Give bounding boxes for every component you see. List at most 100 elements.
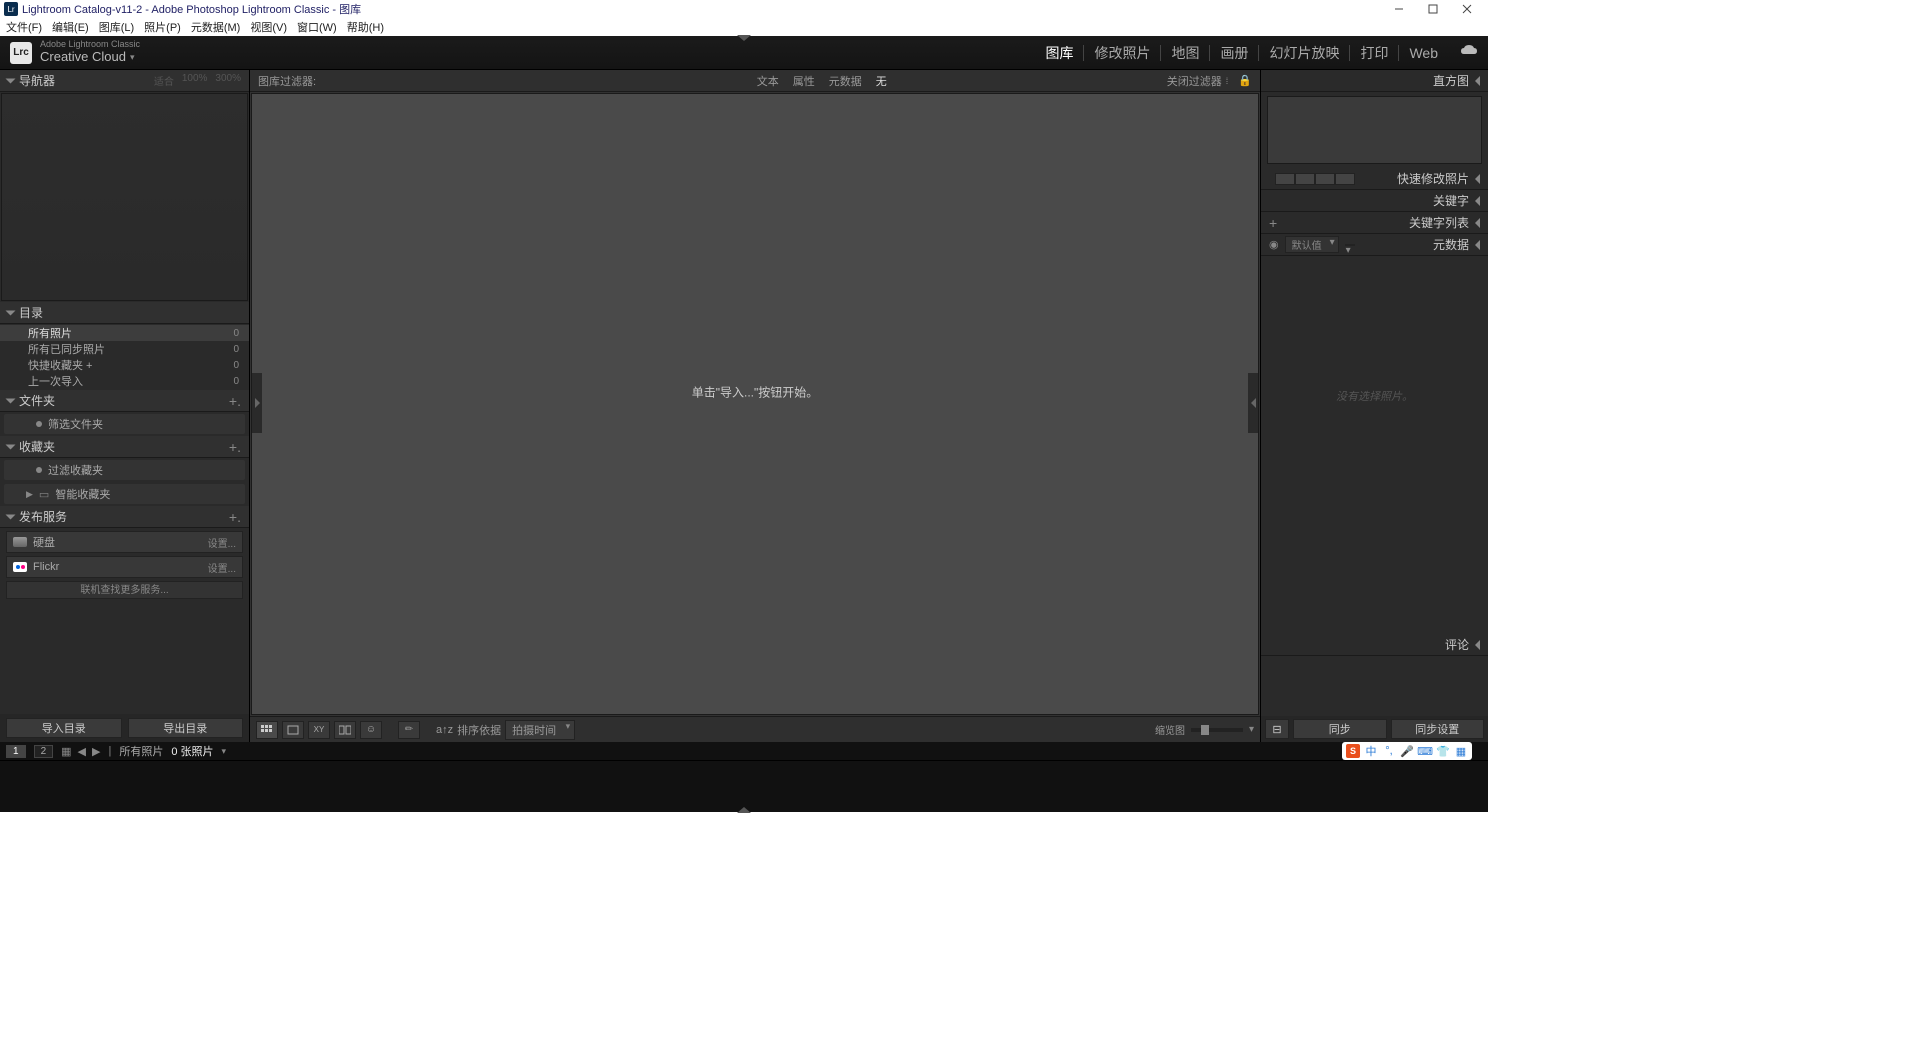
menu-view[interactable]: 视图(V) xyxy=(250,19,287,35)
menu-library[interactable]: 图库(L) xyxy=(99,19,134,35)
filter-none[interactable]: 无 xyxy=(876,73,887,89)
view-compare-icon[interactable]: XY xyxy=(308,721,330,739)
keyword-list-header[interactable]: +关键字列表 xyxy=(1261,212,1488,234)
nav-forward-icon[interactable]: ▶ xyxy=(92,745,100,758)
import-button[interactable]: 导入目录 xyxy=(6,718,122,738)
catalog-item-synced[interactable]: 所有已同步照片0 xyxy=(0,341,249,357)
keyword-add-icon[interactable]: + xyxy=(1269,215,1277,231)
grid-icon[interactable]: ▦ xyxy=(61,745,71,758)
metadata-no-selection: 没有选择照片。 xyxy=(1261,388,1488,404)
folders-filter-input[interactable]: 筛选文件夹 xyxy=(4,414,245,434)
sync-button[interactable]: 同步 xyxy=(1293,719,1387,739)
catalog-header[interactable]: 目录 xyxy=(0,302,249,324)
collections-add-icon[interactable]: +. xyxy=(229,439,241,455)
publish-service-flickr[interactable]: Flickr 设置... xyxy=(6,556,243,578)
window-titlebar: Lr Lightroom Catalog-v11-2 - Adobe Photo… xyxy=(0,0,1488,18)
comments-header[interactable]: 评论 xyxy=(1261,634,1488,656)
painter-icon[interactable]: ✏ xyxy=(398,721,420,739)
filter-lock-icon[interactable]: 🔒 xyxy=(1238,74,1252,87)
sync-toggle-icon[interactable]: ⊟ xyxy=(1265,719,1289,739)
ime-keyboard-icon[interactable]: ⌨ xyxy=(1418,744,1432,758)
ime-skin-icon[interactable]: 👕 xyxy=(1436,744,1450,758)
brand-line2[interactable]: Creative Cloud▾ xyxy=(40,50,140,64)
module-develop[interactable]: 修改照片 xyxy=(1083,45,1160,61)
module-library[interactable]: 图库 xyxy=(1035,45,1083,61)
histogram-header[interactable]: 直方图 xyxy=(1261,70,1488,92)
menu-file[interactable]: 文件(F) xyxy=(6,19,42,35)
keywording-header[interactable]: 关键字 xyxy=(1261,190,1488,212)
disclosure-triangle-icon xyxy=(6,444,16,449)
cloud-sync-icon[interactable] xyxy=(1460,44,1478,62)
smart-collections[interactable]: ▶▭智能收藏夹 xyxy=(4,484,245,504)
close-button[interactable] xyxy=(1450,0,1484,18)
thumbnail-size-slider[interactable] xyxy=(1191,728,1243,732)
publish-service-harddrive[interactable]: 硬盘 设置... xyxy=(6,531,243,553)
ime-voice-icon[interactable]: 🎤 xyxy=(1400,744,1414,758)
menu-edit[interactable]: 编辑(E) xyxy=(52,19,89,35)
publish-setup-link[interactable]: 设置... xyxy=(208,535,236,550)
catalog-item-quick[interactable]: 快捷收藏夹 +0 xyxy=(0,357,249,373)
menu-window[interactable]: 窗口(W) xyxy=(297,19,337,35)
nav-fit[interactable]: 适合 xyxy=(154,73,174,88)
quick-develop-header[interactable]: 快速修改照片 xyxy=(1261,168,1488,190)
filmstrip[interactable] xyxy=(0,760,1488,812)
collapse-top-icon[interactable] xyxy=(737,35,751,43)
folders-header[interactable]: 文件夹 +. xyxy=(0,390,249,412)
window-1[interactable]: 1 xyxy=(6,745,26,758)
module-print[interactable]: 打印 xyxy=(1349,45,1398,61)
view-people-icon[interactable]: ☺ xyxy=(360,721,382,739)
disclosure-triangle-icon xyxy=(6,310,16,315)
ime-punct-icon[interactable]: °, xyxy=(1382,744,1396,758)
publish-header[interactable]: 发布服务 +. xyxy=(0,506,249,528)
sync-settings-button[interactable]: 同步设置 xyxy=(1391,719,1485,739)
nav-100[interactable]: 100% xyxy=(182,73,208,88)
filter-preset-dropdown[interactable]: 关闭过滤器 xyxy=(1167,73,1222,89)
metadata-set-dropdown[interactable] xyxy=(1345,244,1355,246)
maximize-button[interactable] xyxy=(1416,0,1450,18)
view-survey-icon[interactable] xyxy=(334,721,356,739)
metadata-preset-dropdown[interactable]: 默认值 xyxy=(1285,236,1339,253)
filter-attribute[interactable]: 属性 xyxy=(793,73,815,89)
catalog-item-all-photos[interactable]: 所有照片0 xyxy=(0,325,249,341)
ime-toolbar[interactable]: S 中 °, 🎤 ⌨ 👕 ▦ xyxy=(1342,742,1472,760)
ime-menu-icon[interactable]: ▦ xyxy=(1454,744,1468,758)
catalog-item-last-import[interactable]: 上一次导入0 xyxy=(0,373,249,389)
module-map[interactable]: 地图 xyxy=(1160,45,1209,61)
view-loupe-icon[interactable] xyxy=(282,721,304,739)
collections-filter-input[interactable]: 过滤收藏夹 xyxy=(4,460,245,480)
sort-dropdown[interactable]: 拍摄时间 xyxy=(505,720,575,740)
metadata-header[interactable]: ◉默认值 元数据 xyxy=(1261,234,1488,256)
module-book[interactable]: 画册 xyxy=(1209,45,1258,61)
sort-direction-icon[interactable]: a↑z xyxy=(436,724,453,736)
filter-text[interactable]: 文本 xyxy=(757,73,779,89)
publish-setup-link[interactable]: 设置... xyxy=(208,560,236,575)
nav-300[interactable]: 300% xyxy=(215,73,241,88)
menu-metadata[interactable]: 元数据(M) xyxy=(191,19,241,35)
module-slideshow[interactable]: 幻灯片放映 xyxy=(1258,45,1349,61)
ime-mode[interactable]: 中 xyxy=(1364,744,1378,758)
collapse-bottom-icon[interactable] xyxy=(737,807,751,813)
export-button[interactable]: 导出目录 xyxy=(128,718,244,738)
minimize-button[interactable] xyxy=(1382,0,1416,18)
publish-add-icon[interactable]: +. xyxy=(229,509,241,525)
photo-count: 0 张照片 xyxy=(171,743,213,759)
expand-right-icon[interactable] xyxy=(1248,373,1258,433)
toolbar-more-icon[interactable]: ▾ xyxy=(1249,724,1254,735)
nav-back-icon[interactable]: ◀ xyxy=(78,745,86,758)
navigator-header[interactable]: 导航器 适合 100% 300% xyxy=(0,70,249,92)
filter-metadata[interactable]: 元数据 xyxy=(829,73,862,89)
menu-photo[interactable]: 照片(P) xyxy=(144,19,181,35)
window-2[interactable]: 2 xyxy=(34,745,54,758)
thumbnail-label: 缩览图 xyxy=(1155,722,1185,737)
view-grid-icon[interactable] xyxy=(256,721,278,739)
module-web[interactable]: Web xyxy=(1398,45,1448,61)
expand-left-icon[interactable] xyxy=(252,373,262,433)
source-path[interactable]: 所有照片 xyxy=(119,743,163,759)
disclosure-triangle-icon xyxy=(1475,640,1480,650)
collections-header[interactable]: 收藏夹 +. xyxy=(0,436,249,458)
folders-add-icon[interactable]: +. xyxy=(229,393,241,409)
menu-help[interactable]: 帮助(H) xyxy=(347,19,384,35)
collections-title: 收藏夹 xyxy=(19,438,55,455)
eye-icon[interactable]: ◉ xyxy=(1269,238,1279,251)
publish-find-more[interactable]: 联机查找更多服务... xyxy=(6,581,243,599)
